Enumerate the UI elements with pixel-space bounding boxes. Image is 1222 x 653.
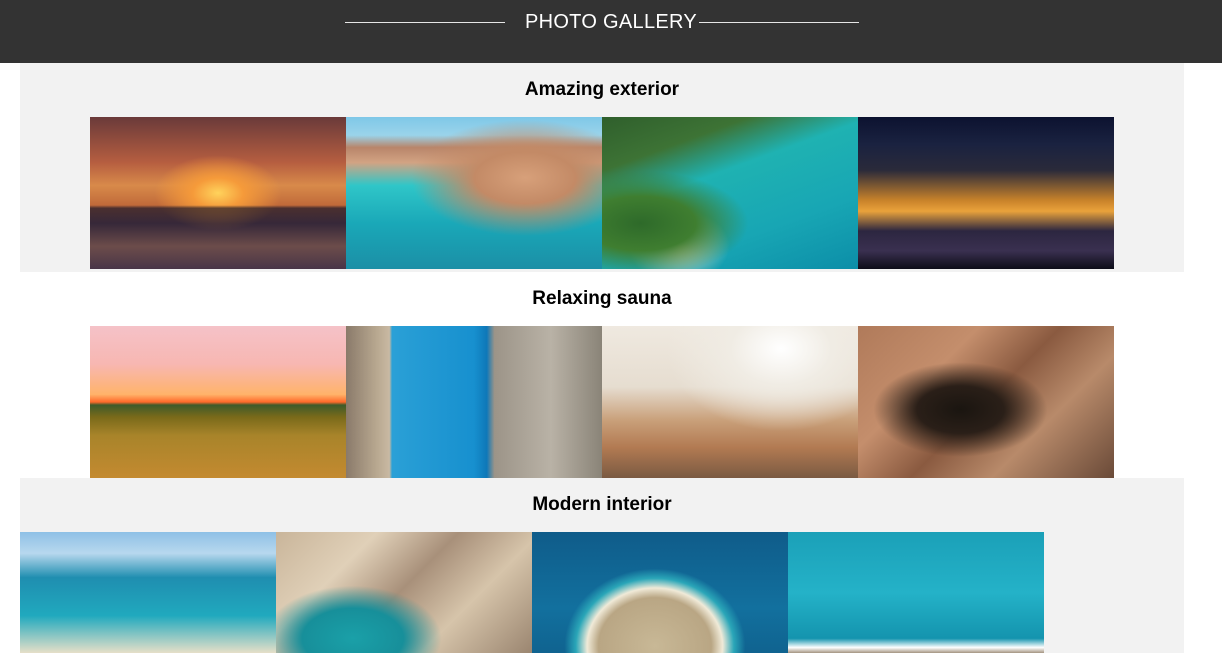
site-header: PHOTO GALLERY: [0, 0, 1222, 63]
photo-row: [90, 326, 1114, 478]
gallery-photo[interactable]: [532, 532, 788, 653]
header-divider-right: [699, 22, 859, 23]
gallery-photo[interactable]: [788, 532, 1044, 653]
gallery-section-exterior: Amazing exterior: [20, 63, 1184, 272]
section-title: Relaxing sauna: [532, 288, 672, 309]
gallery-photo[interactable]: [858, 326, 1114, 478]
section-title: Amazing exterior: [524, 79, 680, 100]
gallery-photo[interactable]: [276, 532, 532, 653]
photo-row: [90, 117, 1114, 269]
gallery-section-interior: Modern interior: [20, 478, 1184, 653]
gallery-photo[interactable]: [20, 532, 276, 653]
gallery-photo[interactable]: [602, 117, 858, 269]
gallery-photo[interactable]: [858, 117, 1114, 269]
gallery-photo[interactable]: [90, 117, 346, 269]
gallery-photo[interactable]: [90, 326, 346, 478]
gallery-photo[interactable]: [346, 117, 602, 269]
photo-row: [20, 532, 1044, 653]
section-title: Modern interior: [532, 494, 672, 515]
gallery-section-sauna: Relaxing sauna: [20, 272, 1184, 478]
gallery-photo[interactable]: [346, 326, 602, 478]
page-title: PHOTO GALLERY: [524, 11, 698, 33]
gallery-photo[interactable]: [602, 326, 858, 478]
